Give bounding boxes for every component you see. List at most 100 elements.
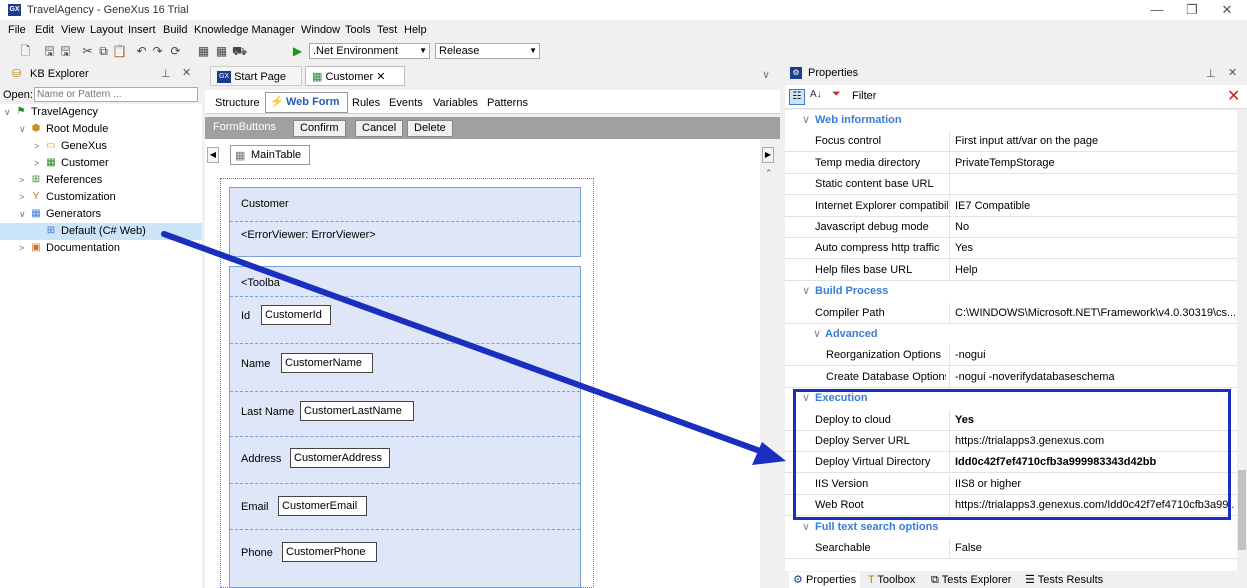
subtab-events[interactable]: Events: [389, 95, 423, 111]
customer-email-field[interactable]: CustomerEmail: [278, 496, 367, 516]
customer-last-name-field[interactable]: CustomerLastName: [300, 401, 414, 421]
subtab-rules[interactable]: Rules: [352, 95, 380, 111]
property-row[interactable]: Auto compress http traffic Yes: [785, 238, 1237, 260]
customer-phone-field[interactable]: CustomerPhone: [282, 542, 377, 562]
tree-node[interactable]: ∨ ⬢ Root Module: [0, 121, 202, 138]
property-value[interactable]: -nogui -noverifydatabaseschema: [955, 371, 1235, 383]
customer-name-field[interactable]: CustomerName: [281, 353, 373, 373]
property-grid-scrollbar[interactable]: [1237, 110, 1247, 571]
menu-file[interactable]: File: [8, 24, 26, 36]
open-search-input[interactable]: [34, 87, 198, 102]
chevron-right-icon[interactable]: >: [19, 172, 29, 189]
paste-icon[interactable]: 📋: [112, 44, 127, 58]
clear-filter-icon[interactable]: ✕: [1227, 86, 1240, 106]
tree-node[interactable]: ∨ ⚑ TravelAgency: [0, 104, 202, 121]
new-icon[interactable]: 🗋: [18, 44, 33, 58]
chevron-right-icon[interactable]: >: [19, 189, 29, 206]
sort-alpha-icon[interactable]: A↓: [810, 89, 822, 100]
tree-node[interactable]: ∨ ▦ Generators: [0, 206, 202, 223]
property-value[interactable]: No: [955, 221, 1235, 233]
environment-select[interactable]: .Net Environment ▼: [309, 43, 430, 59]
close-window-button[interactable]: ✕: [1212, 2, 1242, 18]
tab-toolbox[interactable]: T Toolbox: [868, 572, 915, 588]
menu-tools[interactable]: Tools: [345, 24, 371, 36]
scroll-right-icon[interactable]: ▶: [762, 147, 774, 163]
tab-tests-explorer[interactable]: ⧉ Tests Explorer: [931, 572, 1011, 588]
close-icon[interactable]: ✕: [376, 71, 385, 83]
property-value[interactable]: -nogui: [955, 349, 1235, 361]
tree-node[interactable]: > ⊞ References: [0, 172, 202, 189]
delete-button[interactable]: Delete: [407, 120, 453, 137]
tab-tests-results[interactable]: ☰ Tests Results: [1025, 572, 1103, 588]
menu-build[interactable]: Build: [163, 24, 187, 36]
tree-node[interactable]: > ▦ Customer: [0, 155, 202, 172]
menu-knowledge-manager[interactable]: Knowledge Manager: [194, 24, 295, 36]
subtab-variables[interactable]: Variables: [433, 95, 478, 111]
property-value[interactable]: IE7 Compatible: [955, 200, 1235, 212]
canvas-vertical-scrollbar[interactable]: [760, 166, 780, 588]
confirm-button[interactable]: Confirm: [293, 120, 346, 137]
scroll-up-icon[interactable]: ⌃: [765, 168, 773, 179]
subtab-web-form[interactable]: ⚡ Web Form: [265, 92, 348, 113]
property-value[interactable]: C:\WINDOWS\Microsoft.NET\Framework\v4.0.…: [955, 307, 1235, 319]
chevron-right-icon[interactable]: >: [19, 240, 29, 257]
property-value[interactable]: False: [955, 542, 1235, 554]
filter-icon[interactable]: ⏷: [832, 88, 841, 101]
fields-table[interactable]: <Toolba Id CustomerId Name CustomerName …: [229, 266, 581, 588]
tree-node[interactable]: > ▭ GeneXus: [0, 138, 202, 155]
tree-node[interactable]: > Y Customization: [0, 189, 202, 206]
close-icon[interactable]: ✕: [1228, 66, 1237, 79]
property-category[interactable]: ∨ Advanced: [785, 324, 1237, 345]
chevron-down-icon[interactable]: ∨: [813, 327, 821, 340]
chevron-down-icon[interactable]: ∨: [802, 520, 810, 533]
tab-customer[interactable]: ▦ Customer ✕: [305, 66, 405, 86]
property-row[interactable]: Internet Explorer compatibili IE7 Compati…: [785, 195, 1237, 217]
property-row[interactable]: Searchable False: [785, 538, 1237, 559]
property-row[interactable]: Create Database Options -nogui -noverifyd…: [785, 366, 1237, 388]
toolbar-placeholder[interactable]: <Toolba: [241, 277, 280, 289]
copy-icon[interactable]: ⧉: [96, 44, 111, 58]
menu-layout[interactable]: Layout: [90, 24, 123, 36]
chevron-down-icon[interactable]: ∨: [4, 104, 14, 121]
menu-edit[interactable]: Edit: [35, 24, 54, 36]
build-all-icon[interactable]: ▦: [214, 44, 229, 58]
property-category[interactable]: ∨ Build Process: [785, 281, 1237, 302]
property-value[interactable]: PrivateTempStorage: [955, 157, 1235, 169]
save-icon[interactable]: 🖫: [42, 44, 57, 58]
minimize-button[interactable]: —: [1142, 2, 1172, 18]
tree-node[interactable]: ⊞ Default (C# Web): [0, 223, 202, 240]
deploy-icon[interactable]: ⛟: [232, 44, 247, 58]
pin-icon[interactable]: ⊥: [161, 67, 171, 80]
property-row[interactable]: Temp media directory PrivateTempStorage: [785, 152, 1237, 174]
header-table[interactable]: Customer <ErrorViewer: ErrorViewer>: [229, 187, 581, 257]
cancel-button[interactable]: Cancel: [355, 120, 404, 137]
redo-icon[interactable]: ↷: [150, 44, 165, 58]
chevron-down-icon[interactable]: ∨: [19, 121, 29, 138]
property-value[interactable]: First input att/var on the page: [955, 135, 1235, 147]
tab-start-page[interactable]: GX Start Page ✕: [210, 66, 302, 103]
filter-input[interactable]: [883, 88, 1223, 106]
property-row[interactable]: Help files base URL Help: [785, 259, 1237, 281]
run-icon[interactable]: ▶: [290, 44, 305, 58]
main-table-selector[interactable]: ▦ MainTable: [230, 145, 310, 165]
refresh-icon[interactable]: ⟳: [168, 44, 183, 58]
menu-insert[interactable]: Insert: [128, 24, 156, 36]
scroll-left-icon[interactable]: ◀: [207, 147, 219, 163]
configuration-select[interactable]: Release ▼: [435, 43, 540, 59]
pin-icon[interactable]: ⊥: [1206, 67, 1216, 80]
chevron-right-icon[interactable]: >: [34, 155, 44, 172]
chevron-down-icon[interactable]: ∨: [19, 206, 29, 223]
menu-test[interactable]: Test: [377, 24, 397, 36]
property-row[interactable]: Compiler Path C:\WINDOWS\Microsoft.NET\Fr…: [785, 302, 1237, 324]
subtab-patterns[interactable]: Patterns: [487, 95, 528, 111]
chevron-down-icon[interactable]: ∨: [802, 284, 810, 297]
property-row[interactable]: Focus control First input att/var on the …: [785, 131, 1237, 153]
undo-icon[interactable]: ↶: [134, 44, 149, 58]
property-value[interactable]: Help: [955, 264, 1235, 276]
property-row[interactable]: Static content base URL: [785, 174, 1237, 196]
build-icon[interactable]: ▦: [196, 44, 211, 58]
error-viewer[interactable]: <ErrorViewer: ErrorViewer>: [241, 229, 376, 241]
tab-properties[interactable]: ⚙ Properties: [789, 572, 861, 588]
property-row[interactable]: Reorganization Options -nogui: [785, 345, 1237, 367]
cut-icon[interactable]: ✂: [80, 44, 95, 58]
